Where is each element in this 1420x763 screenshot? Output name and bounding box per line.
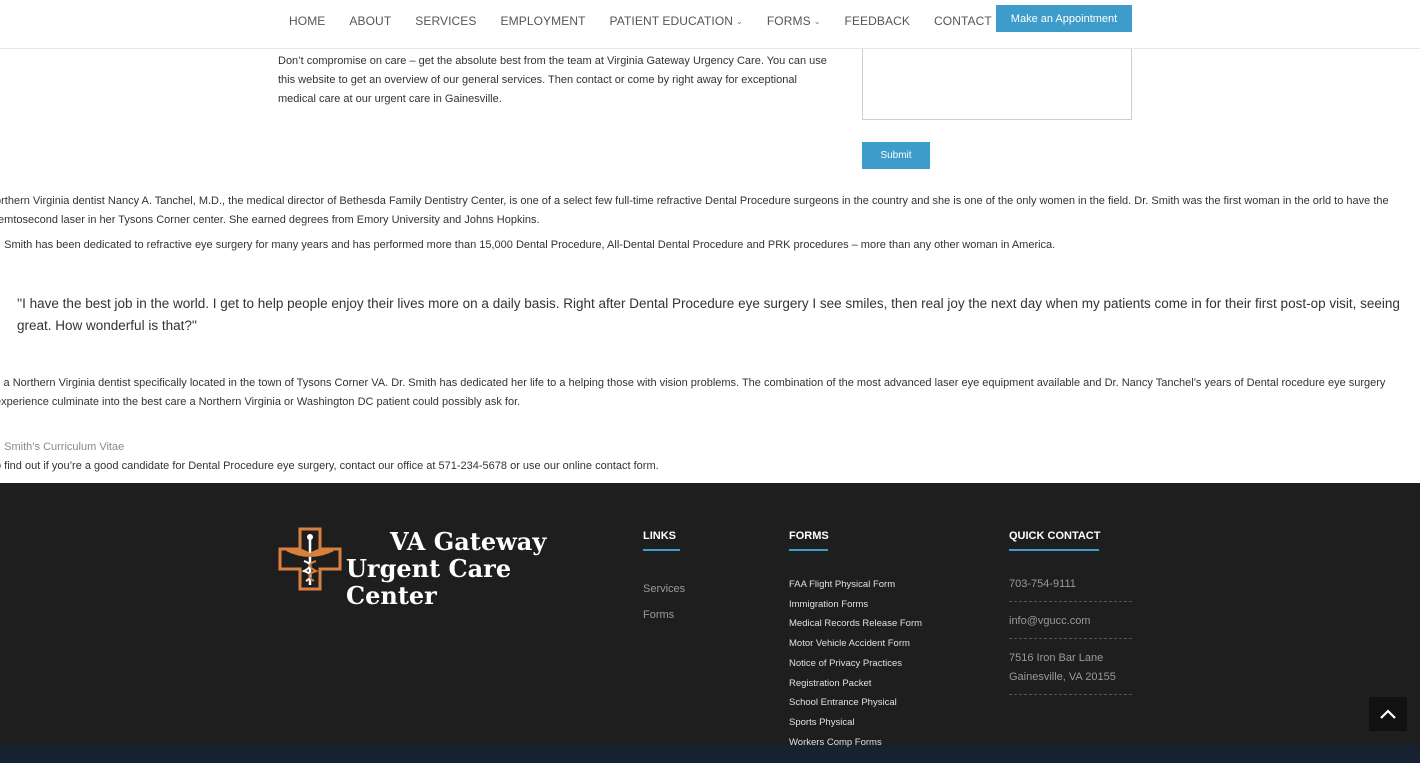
address-line-2: Gainesville, VA 20155 xyxy=(1009,671,1116,683)
footer-forms-list: FAA Flight Physical Form Immigration For… xyxy=(789,575,922,752)
chevron-down-icon: ⌄ xyxy=(736,16,743,26)
footer-forms-heading: FORMS xyxy=(789,530,829,551)
chevron-up-icon xyxy=(1380,709,1396,719)
footer-links-heading: LINKS xyxy=(643,530,680,551)
nav-item-employment[interactable]: EMPLOYMENT xyxy=(501,14,586,28)
nav-item-label: EMPLOYMENT xyxy=(500,14,586,28)
nav-item-forms[interactable]: FORMS ⌄ xyxy=(767,14,821,28)
contact-phone[interactable]: 703-754-9111 xyxy=(1009,575,1132,602)
footer xyxy=(0,483,1420,763)
intro-paragraph: Don’t compromise on care – get the absol… xyxy=(278,55,827,105)
footer-quick-contact-heading: QUICK CONTACT xyxy=(1009,530,1101,551)
form-link-faa-flight-physical[interactable]: FAA Flight Physical Form xyxy=(789,575,922,595)
bio-paragraph-3: s a Northern Virginia dentist specifical… xyxy=(0,377,1386,408)
nav-item-home[interactable]: HOME xyxy=(289,14,325,28)
form-link-immigration[interactable]: Immigration Forms xyxy=(789,595,922,615)
form-link-workers-comp[interactable]: Workers Comp Forms xyxy=(789,733,922,753)
nav-item-contact[interactable]: CONTACT xyxy=(934,14,992,28)
submit-button[interactable]: Submit xyxy=(862,142,930,169)
logo-wordmark: VA Gateway Urgent Care Center xyxy=(346,528,578,609)
caduceus-cross-logo-icon xyxy=(278,527,342,591)
address-line-1: 7516 Iron Bar Lane xyxy=(1009,652,1104,664)
nav-item-feedback[interactable]: FEEDBACK xyxy=(845,14,910,28)
contact-paragraph: o find out if you’re a good candidate fo… xyxy=(0,460,659,472)
contact-address: 7516 Iron Bar Lane Gainesville, VA 20155 xyxy=(1009,649,1132,695)
footer-bottom-bar xyxy=(0,745,1420,763)
contact-email[interactable]: info@vgucc.com xyxy=(1009,612,1132,639)
logo-line-1: VA Gateway xyxy=(390,527,547,556)
curriculum-vitae-link[interactable]: r. Smith’s Curriculum Vitae xyxy=(0,438,124,457)
testimonial-quote: ''I have the best job in the world. I ge… xyxy=(17,296,1400,333)
nav-item-label: PATIENT EDUCATION xyxy=(609,14,734,28)
form-link-motor-vehicle-accident[interactable]: Motor Vehicle Accident Form xyxy=(789,634,922,654)
form-link-registration-packet[interactable]: Registration Packet xyxy=(789,674,922,694)
footer-logo[interactable]: VA Gateway Urgent Care Center xyxy=(278,527,578,609)
form-link-sports-physical[interactable]: Sports Physical xyxy=(789,713,922,733)
nav-item-label: SERVICES xyxy=(415,14,477,28)
logo-line-2: Urgent Care Center xyxy=(346,554,512,610)
nav-item-about[interactable]: ABOUT xyxy=(349,14,391,28)
nav-item-label: CONTACT xyxy=(934,14,992,28)
bio-paragraph-2: r. Smith has been dedicated to refractiv… xyxy=(0,239,1056,251)
nav-item-label: FEEDBACK xyxy=(844,14,910,28)
quick-contact-list: 703-754-9111 info@vgucc.com 7516 Iron Ba… xyxy=(1009,575,1132,705)
footer-link-forms[interactable]: Forms xyxy=(643,602,685,628)
nav-item-label: FORMS xyxy=(766,14,811,28)
message-textarea[interactable] xyxy=(862,38,1132,120)
chevron-down-icon: ⌄ xyxy=(813,16,821,26)
nav-item-label: HOME xyxy=(289,14,326,28)
bio-paragraph-1: orthern Virginia dentist Nancy A. Tanche… xyxy=(0,195,1389,226)
footer-link-services[interactable]: Services xyxy=(643,576,685,602)
form-link-medical-records-release[interactable]: Medical Records Release Form xyxy=(789,614,922,634)
form-link-notice-of-privacy[interactable]: Notice of Privacy Practices xyxy=(789,654,922,674)
nav-item-patient-education[interactable]: PATIENT EDUCATION ⌄ xyxy=(610,14,743,28)
form-link-school-entrance-physical[interactable]: School Entrance Physical xyxy=(789,693,922,713)
main-menu: HOME ABOUT SERVICES EMPLOYMENT PATIENT E… xyxy=(289,14,1016,28)
footer-links-list: Services Forms xyxy=(643,576,685,628)
nav-item-services[interactable]: SERVICES xyxy=(415,14,476,28)
nav-item-label: ABOUT xyxy=(349,14,392,28)
top-navbar: HOME ABOUT SERVICES EMPLOYMENT PATIENT E… xyxy=(0,0,1420,49)
make-appointment-button[interactable]: Make an Appointment xyxy=(996,5,1132,32)
back-to-top-button[interactable] xyxy=(1369,697,1407,731)
